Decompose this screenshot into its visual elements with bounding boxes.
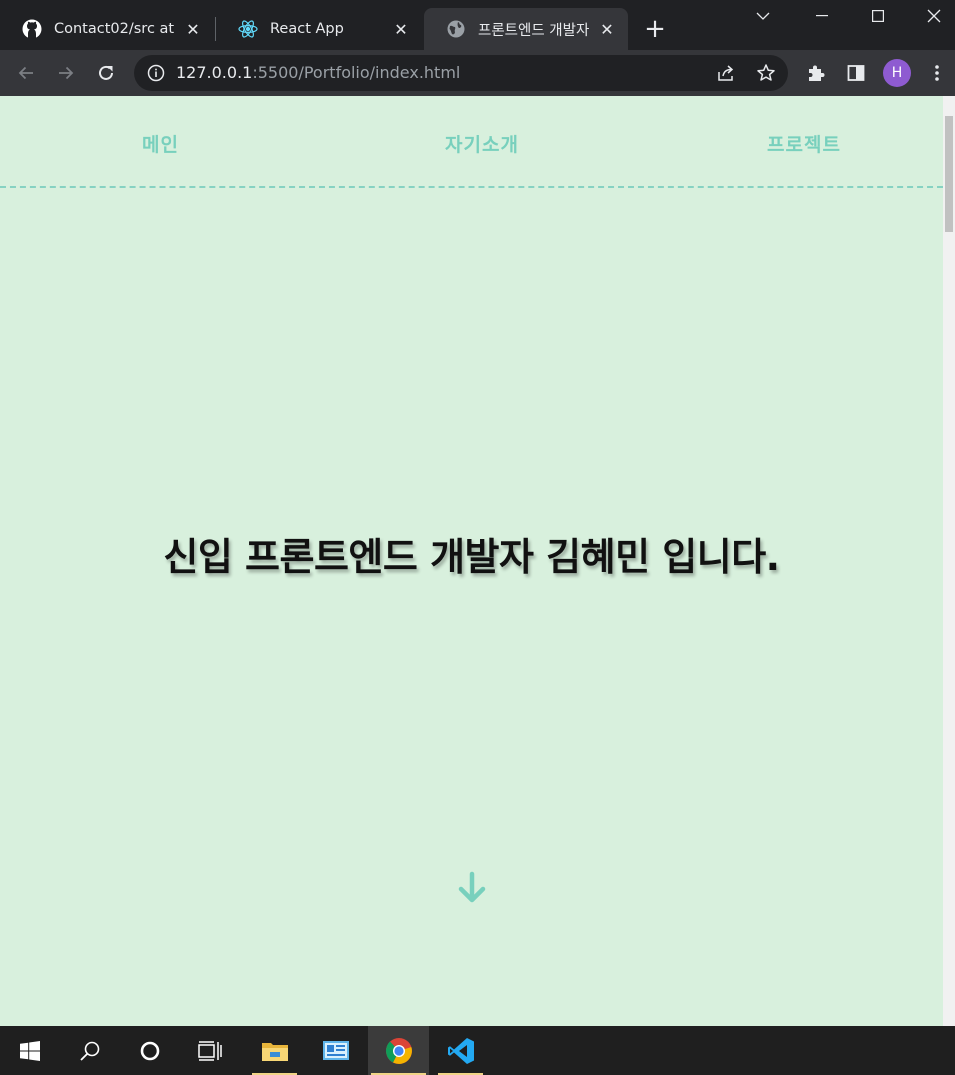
new-tab-icon[interactable]: +: [640, 14, 670, 44]
tab-title: React App: [270, 21, 344, 37]
search-icon[interactable]: [60, 1026, 120, 1075]
browser-tab-active[interactable]: 프론트엔드 개발자 ✕: [424, 8, 628, 50]
nav-link-projects[interactable]: 프로젝트: [767, 130, 841, 157]
task-view-icon[interactable]: [180, 1026, 240, 1075]
reload-icon[interactable]: [91, 58, 121, 88]
page-viewport: 메인 자기소개 프로젝트 신입 프론트엔드 개발자 김혜민 입니다.: [0, 96, 955, 1026]
share-icon[interactable]: [714, 61, 738, 85]
bookmark-star-icon[interactable]: [754, 61, 778, 85]
close-tab-icon[interactable]: ✕: [390, 18, 412, 40]
cortana-icon[interactable]: [120, 1026, 180, 1075]
address-path: :5500/Portfolio/index.html: [252, 63, 461, 82]
scrollbar-thumb[interactable]: [945, 116, 953, 232]
chrome-icon[interactable]: [368, 1026, 429, 1075]
control-panel-icon[interactable]: [310, 1026, 361, 1075]
browser-tab[interactable]: Contact02/src at m ✕: [0, 8, 214, 50]
github-icon: [22, 19, 42, 39]
browser-tab-strip: Contact02/src at m ✕ React App ✕ 프론트엔드 개…: [0, 0, 955, 50]
file-explorer-icon[interactable]: [249, 1026, 300, 1075]
tab-title: Contact02/src at m: [54, 21, 180, 37]
browser-toolbar: 127.0.0.1:5500/Portfolio/index.html: [0, 50, 955, 96]
minimize-icon[interactable]: [794, 0, 850, 32]
back-icon[interactable]: [11, 58, 41, 88]
nav-link-main[interactable]: 메인: [142, 130, 179, 157]
extensions-icon[interactable]: [804, 61, 828, 85]
hero-headline: 신입 프론트엔드 개발자 김혜민 입니다.: [163, 535, 780, 579]
maximize-icon[interactable]: [850, 0, 906, 32]
site-info-icon[interactable]: [146, 63, 166, 83]
page-nav: 메인 자기소개 프로젝트: [0, 96, 943, 188]
forward-icon[interactable]: [51, 58, 81, 88]
tab-title: 프론트엔드 개발자: [478, 22, 590, 39]
side-panel-icon[interactable]: [844, 61, 868, 85]
globe-icon: [446, 19, 466, 39]
profile-avatar[interactable]: H: [883, 59, 911, 87]
address-host: 127.0.0.1: [176, 63, 253, 82]
more-menu-icon[interactable]: [925, 61, 949, 85]
browser-tab[interactable]: React App ✕: [216, 8, 422, 50]
window-close-icon[interactable]: [906, 0, 955, 32]
close-tab-icon[interactable]: ✕: [596, 18, 618, 40]
address-bar[interactable]: 127.0.0.1:5500/Portfolio/index.html: [134, 55, 788, 91]
react-icon: [238, 19, 258, 39]
nav-link-about[interactable]: 자기소개: [445, 130, 519, 157]
close-tab-icon[interactable]: ✕: [182, 18, 204, 40]
vscode-icon[interactable]: [435, 1026, 486, 1075]
arrow-down-icon[interactable]: [455, 871, 489, 905]
tab-search-icon[interactable]: [735, 0, 791, 32]
page-scrollbar[interactable]: [943, 96, 955, 1026]
windows-taskbar: [0, 1026, 955, 1075]
address-text[interactable]: 127.0.0.1:5500/Portfolio/index.html: [176, 63, 460, 82]
windows-start-icon[interactable]: [0, 1026, 60, 1075]
